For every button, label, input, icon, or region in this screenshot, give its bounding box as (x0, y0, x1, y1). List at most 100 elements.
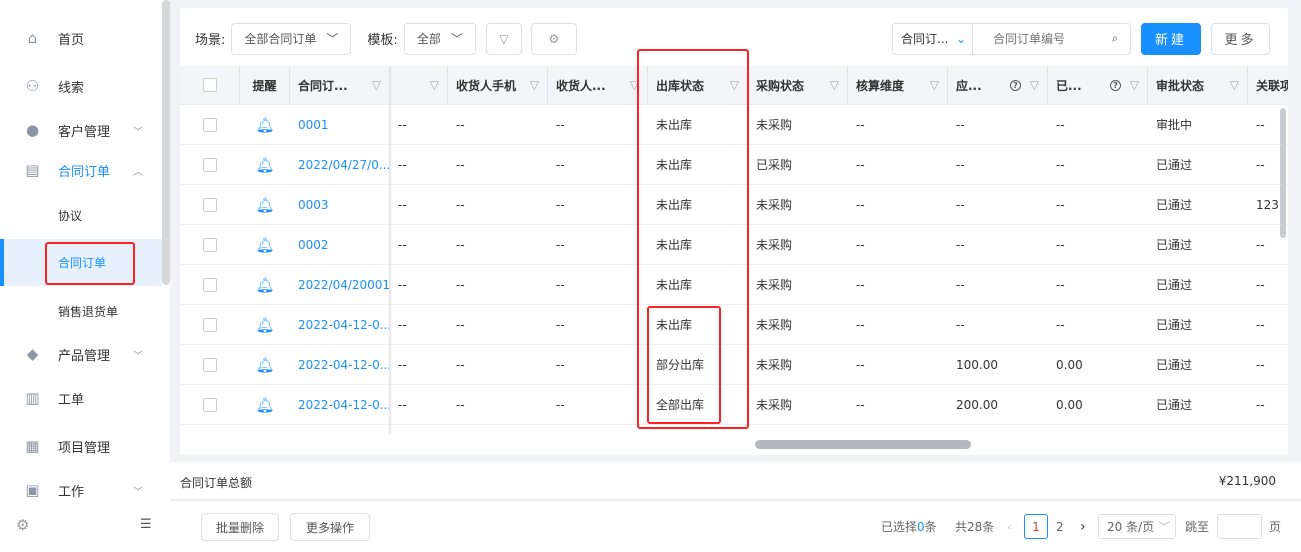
cell-received: -- (1056, 157, 1065, 172)
bell-icon[interactable]: 🔔︎ (240, 105, 290, 144)
col-receiver-phone[interactable]: 收货人手机 ▽ (448, 66, 548, 104)
col-partial[interactable]: ▽ (390, 66, 448, 104)
gear-icon: ⚙ (548, 31, 560, 46)
bell-icon[interactable]: 🔔︎ (240, 265, 290, 304)
nav-sales-return[interactable]: 销售退货单 (0, 291, 162, 331)
nav-home[interactable]: ⌂ 首页 (0, 18, 162, 58)
cell-received: -- (1056, 117, 1065, 132)
cell-partial: -- (398, 237, 407, 252)
col-purchase-status[interactable]: 采购状态 ▽ (748, 66, 848, 104)
filter-icon[interactable]: ▽ (1130, 78, 1139, 92)
row-checkbox[interactable] (203, 277, 217, 292)
cell-receiver: -- (556, 317, 565, 332)
bell-icon[interactable]: 🔔︎ (240, 225, 290, 264)
nav-contract[interactable]: ▤ 合同订单 ︿ (0, 150, 162, 190)
page-2[interactable]: 2 (1056, 514, 1064, 539)
sidebar-scrollbar[interactable] (162, 0, 170, 285)
col-reminder[interactable]: 提醒 (240, 66, 290, 104)
bell-icon[interactable]: 🔔︎ (240, 185, 290, 224)
filter-icon[interactable]: ▽ (372, 78, 381, 92)
row-checkbox[interactable] (203, 197, 217, 212)
template-select[interactable]: 全部 ﹀ (403, 22, 476, 55)
scene-filter: 场景: 全部合同订单 ﹀ 模板: 全部 ﹀ ▽ ⚙ (195, 22, 577, 55)
scene-select[interactable]: 全部合同订单 ﹀ (231, 22, 352, 55)
more-button[interactable]: 更多 (1211, 22, 1270, 55)
filter-icon[interactable]: ▽ (430, 78, 439, 92)
settings-icon[interactable]: ⚙ (16, 516, 29, 534)
cell-received: -- (1056, 237, 1065, 252)
filter-icon[interactable]: ▽ (830, 78, 839, 92)
cell-contract-no[interactable]: 2022-04-12-0... (290, 385, 390, 424)
filter-icon[interactable]: ▽ (930, 78, 939, 92)
col-receivable[interactable]: 应...? ▽ (948, 66, 1048, 104)
cell-contract-no[interactable]: 0002 (290, 225, 390, 264)
horizontal-scrollbar[interactable] (755, 440, 971, 449)
nav-customer[interactable]: ● 客户管理 ﹀ (0, 110, 162, 150)
filter-button[interactable]: ▽ (485, 22, 522, 55)
cell-contract-no[interactable]: 2022/04/20001 (290, 265, 390, 304)
nav-work[interactable]: ▣ 工作 ﹀ (0, 470, 162, 510)
bell-icon[interactable]: 🔔︎ (240, 385, 290, 424)
row-checkbox[interactable] (203, 357, 217, 372)
page-size-select[interactable]: 20 条/页 ﹀ (1098, 514, 1176, 539)
search-field-select[interactable]: 合同订... ⌄ (893, 23, 973, 54)
cell-related: -- (1256, 397, 1265, 412)
cell-approval-status: 已通过 (1156, 318, 1193, 332)
next-page-icon[interactable]: › (1080, 514, 1086, 539)
cell-received: 0.00 (1056, 357, 1083, 372)
bell-icon[interactable]: 🔔︎ (240, 305, 290, 344)
col-contract-no[interactable]: 合同订... ▽ (290, 66, 390, 104)
cell-purchase-status: 未采购 (756, 398, 793, 412)
nav-product[interactable]: ◆ 产品管理 ﹀ (0, 334, 162, 374)
prev-page-icon[interactable]: ‹ (1007, 514, 1012, 539)
cell-purchase-status: 未采购 (756, 198, 793, 212)
cell-accounting-dimension: -- (856, 157, 865, 172)
cell-contract-no[interactable]: 0003 (290, 185, 390, 224)
col-accounting-dimension[interactable]: 核算维度 ▽ (848, 66, 948, 104)
col-related[interactable]: 关联项 (1248, 66, 1288, 104)
filter-icon[interactable]: ▽ (530, 78, 539, 92)
settings-button[interactable]: ⚙ (530, 22, 577, 55)
row-checkbox[interactable] (203, 237, 217, 252)
cell-receiver-phone: -- (456, 117, 465, 132)
vertical-scrollbar[interactable] (1280, 108, 1286, 238)
col-approval-status[interactable]: 审批状态 ▽ (1148, 66, 1248, 104)
cell-related: -- (1256, 277, 1265, 292)
jump-page-input[interactable] (1217, 514, 1262, 539)
bell-icon[interactable]: 🔔︎ (240, 345, 290, 384)
cell-contract-no[interactable]: 2022/04/27/0... (290, 145, 390, 184)
search-icon[interactable]: ⌕ (1100, 24, 1130, 54)
cell-receiver: -- (556, 157, 565, 172)
fixed-column-shadow (389, 66, 392, 434)
cell-received: 0.00 (1056, 397, 1083, 412)
col-receiver[interactable]: 收货人... ▽ (548, 66, 648, 104)
nav-agreement[interactable]: 协议 (0, 195, 162, 235)
filter-icon[interactable]: ▽ (1230, 78, 1239, 92)
cell-receiver-phone: -- (456, 357, 465, 372)
nav-ticket[interactable]: ▥ 工单 (0, 378, 162, 418)
bell-icon[interactable]: 🔔︎ (240, 145, 290, 184)
select-all-checkbox[interactable] (202, 78, 217, 92)
nav-leads[interactable]: ⚇ 线索 (0, 66, 162, 106)
batch-delete-button[interactable]: 批量删除 (201, 513, 279, 541)
collapse-menu-icon[interactable]: ☰ (140, 517, 152, 532)
cell-contract-no[interactable]: 2022-04-12-0... (290, 305, 390, 344)
help-icon[interactable]: ? (1010, 79, 1021, 91)
row-checkbox[interactable] (203, 317, 217, 332)
row-checkbox[interactable] (203, 157, 217, 172)
new-button[interactable]: 新建 (1141, 22, 1201, 55)
row-checkbox[interactable] (203, 117, 217, 132)
row-checkbox[interactable] (203, 397, 217, 412)
more-operations-button[interactable]: 更多操作 (290, 513, 370, 541)
col-received[interactable]: 已...? ▽ (1048, 66, 1148, 104)
cell-approval-status: 审批中 (1156, 118, 1193, 132)
help-icon[interactable]: ? (1110, 79, 1121, 91)
nav-project[interactable]: ▦ 项目管理 (0, 426, 162, 466)
search-input[interactable] (973, 23, 1100, 54)
page-1[interactable]: 1 (1024, 514, 1048, 539)
cell-purchase-status: 未采购 (756, 278, 793, 292)
cell-contract-no[interactable]: 2022-04-12-0... (290, 345, 390, 384)
cell-contract-no[interactable]: 0001 (290, 105, 390, 144)
filter-icon[interactable]: ▽ (1030, 78, 1039, 92)
cell-purchase-status: 未采购 (756, 358, 793, 372)
